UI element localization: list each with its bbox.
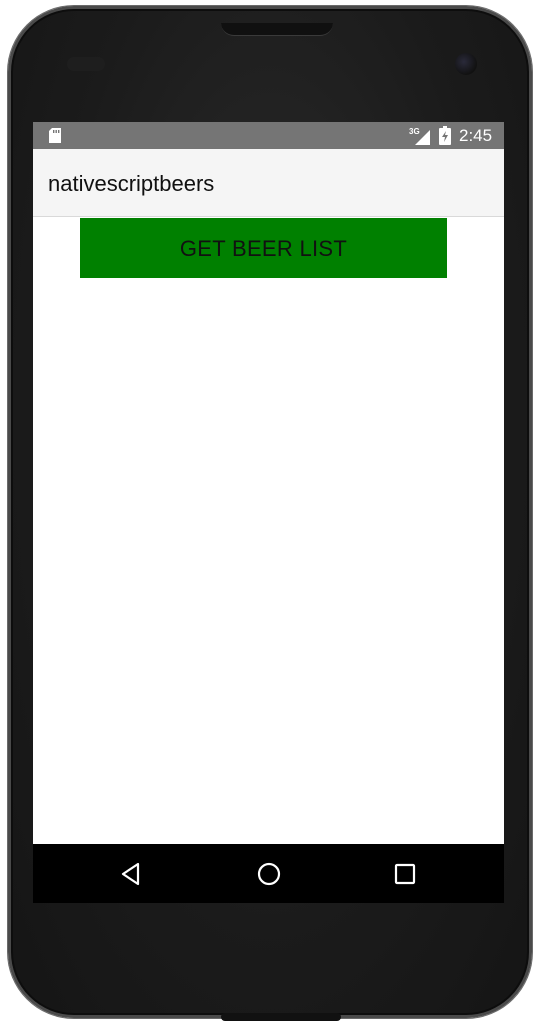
- page-content: GET BEER LIST: [33, 217, 504, 844]
- home-icon[interactable]: [255, 860, 283, 888]
- device-screen: 3G 2:45 nativescriptbeers GET BEER LIST: [33, 122, 504, 903]
- signal-3g-icon: 3G: [409, 127, 430, 145]
- back-icon[interactable]: [117, 860, 145, 888]
- status-time: 2:45: [459, 126, 493, 145]
- earpiece-speaker: [221, 23, 333, 36]
- proximity-sensor: [67, 57, 105, 71]
- battery-charging-icon: [439, 126, 451, 145]
- network-label: 3G: [409, 127, 420, 136]
- status-bar: 3G 2:45: [33, 122, 504, 149]
- recents-icon[interactable]: [391, 860, 419, 888]
- navigation-bar: [33, 844, 504, 903]
- get-beer-list-button[interactable]: GET BEER LIST: [80, 218, 447, 278]
- app-title: nativescriptbeers: [48, 171, 215, 196]
- action-bar: nativescriptbeers: [33, 149, 504, 217]
- bottom-speaker: [221, 1013, 341, 1021]
- front-camera: [455, 53, 477, 75]
- sd-card-icon: [49, 128, 61, 143]
